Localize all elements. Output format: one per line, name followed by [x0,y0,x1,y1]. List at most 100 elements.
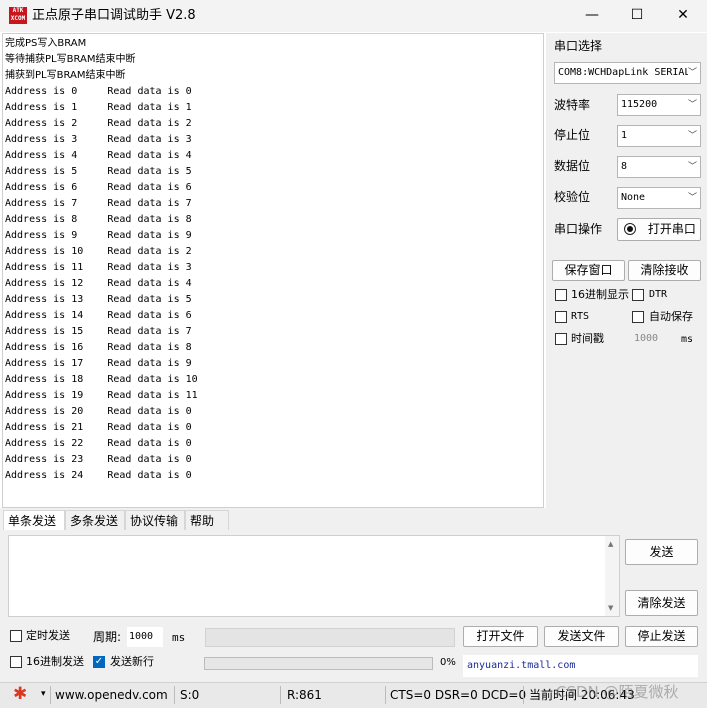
send-progress-text: 0% [440,657,456,668]
data-bits-select[interactable]: 8 ﹀ [617,156,701,178]
sent-count[interactable]: S:0 [180,688,199,702]
receive-lines: 完成PS写入BRAM 等待捕获PL写BRAM结束中断 捕获到PL写BRAM结束中断 A… [5,36,198,484]
receive-line: Address is 0 Read data is 0 [5,86,192,97]
modem-lines-status: CTS=0 DSR=0 DCD=0 [390,688,527,702]
port-status-icon [624,223,636,235]
save-window-button[interactable]: 保存窗口 [552,260,625,281]
watermark: CSDN @陌夏微秋 [556,683,679,701]
chevron-down-icon: ﹀ [687,162,697,172]
stop-bits-select[interactable]: 1 ﹀ [617,125,701,147]
port-operation-label: 串口操作 [554,222,603,236]
hex-display-checkbox[interactable] [555,289,567,301]
tab-single-send[interactable]: 单条发送 [3,510,65,530]
promo-link[interactable]: anyuanzi.tmall.com [463,655,698,677]
status-separator [174,686,175,704]
clear-send-button[interactable]: 清除发送 [625,590,698,616]
receive-line: 捕获到PL写BRAM结束中断 [5,70,126,81]
hex-send-checkbox[interactable] [10,656,22,668]
receive-line: Address is 20 Read data is 0 [5,406,192,417]
send-scrollbar[interactable]: ▲ ▼ [605,536,619,616]
send-file-button[interactable]: 发送文件 [544,626,619,647]
receive-line: Address is 22 Read data is 0 [5,438,192,449]
chevron-down-icon: ﹀ [687,131,697,141]
send-progress-bar [204,657,433,670]
tab-protocol[interactable]: 协议传输 [125,510,185,530]
hex-display-label: 16进制显示 [571,288,629,301]
send-textarea[interactable] [8,535,620,617]
send-button[interactable]: 发送 [625,539,698,565]
timestamp-unit: ms [681,334,694,345]
receive-line: Address is 12 Read data is 4 [5,278,192,289]
window-title: 正点原子串口调试助手 V2.8 [32,8,196,23]
rts-label: RTS [571,311,590,322]
timed-send-label: 定时发送 [26,629,70,642]
timed-send-checkbox[interactable] [10,630,22,642]
dtr-checkbox[interactable] [632,289,644,301]
rts-checkbox[interactable] [555,311,567,323]
receive-line: Address is 23 Read data is 0 [5,454,192,465]
tab-help[interactable]: 帮助 [185,510,229,530]
open-file-button[interactable]: 打开文件 [463,626,538,647]
port-label: 串口选择 [554,39,603,53]
hex-send-label: 16进制发送 [26,655,84,668]
period-input[interactable]: 1000 [127,627,163,647]
status-separator [280,686,281,704]
file-path-input[interactable] [205,628,455,647]
receive-line: 完成PS写入BRAM [5,38,87,49]
receive-line: Address is 18 Read data is 10 [5,374,198,385]
open-port-button[interactable]: 打开串口 [617,218,701,241]
baud-select[interactable]: 115200 ﹀ [617,94,701,116]
app-logo-icon: ATK XCOM [9,7,27,24]
status-separator [385,686,386,704]
dtr-label: DTR [649,289,668,300]
send-newline-checkbox[interactable]: ✓ [93,656,105,668]
parity-select[interactable]: None ﹀ [617,187,701,209]
receive-line: Address is 2 Read data is 2 [5,118,192,129]
scroll-down-icon[interactable]: ▼ [608,604,613,612]
gear-icon[interactable]: ✱ [13,684,27,704]
timestamp-input[interactable]: 1000 [632,330,678,348]
period-label: 周期: [93,630,122,644]
receive-line: Address is 4 Read data is 4 [5,150,192,161]
receive-line: Address is 14 Read data is 6 [5,310,192,321]
receive-line: Address is 10 Read data is 2 [5,246,192,257]
receive-line: Address is 24 Read data is 0 [5,470,192,481]
received-count[interactable]: R:861 [287,688,322,702]
maximize-icon[interactable]: ☐ [614,0,660,32]
menu-dropdown-icon[interactable]: ▾ [41,689,46,699]
tab-multi-send[interactable]: 多条发送 [65,510,125,530]
port-select[interactable]: COM8:WCHDapLink SERIAL ﹀ [554,62,701,84]
receive-line: Address is 7 Read data is 7 [5,198,192,209]
status-separator [523,686,524,704]
receive-line: Address is 11 Read data is 3 [5,262,192,273]
status-separator [50,686,51,704]
scroll-up-icon[interactable]: ▲ [608,540,613,548]
timestamp-checkbox[interactable] [555,333,567,345]
receive-line: Address is 15 Read data is 7 [5,326,192,337]
chevron-down-icon: ﹀ [687,68,697,78]
stop-send-button[interactable]: 停止发送 [625,626,698,647]
period-unit: ms [172,631,186,644]
receive-line: Address is 9 Read data is 9 [5,230,192,241]
receive-line: Address is 5 Read data is 5 [5,166,192,177]
stop-bits-label: 停止位 [554,128,591,142]
receive-line: Address is 19 Read data is 11 [5,390,198,401]
receive-line: Address is 16 Read data is 8 [5,342,192,353]
receive-line: Address is 1 Read data is 1 [5,102,192,113]
website-link[interactable]: www.openedv.com [55,688,168,702]
receive-line: 等待捕获PL写BRAM结束中断 [5,54,136,65]
send-newline-label: 发送新行 [110,655,154,668]
data-bits-label: 数据位 [554,159,591,173]
receive-line: Address is 3 Read data is 3 [5,134,192,145]
chevron-down-icon: ﹀ [687,193,697,203]
minimize-icon[interactable]: — [569,0,615,32]
clear-receive-button[interactable]: 清除接收 [628,260,701,281]
receive-textarea[interactable]: 完成PS写入BRAM 等待捕获PL写BRAM结束中断 捕获到PL写BRAM结束中断 A… [2,33,544,508]
baud-label: 波特率 [554,98,591,112]
auto-save-checkbox[interactable] [632,311,644,323]
timestamp-label: 时间戳 [571,332,604,345]
receive-line: Address is 8 Read data is 8 [5,214,192,225]
receive-line: Address is 21 Read data is 0 [5,422,192,433]
chevron-down-icon: ﹀ [687,100,697,110]
close-icon[interactable]: ✕ [660,0,706,32]
